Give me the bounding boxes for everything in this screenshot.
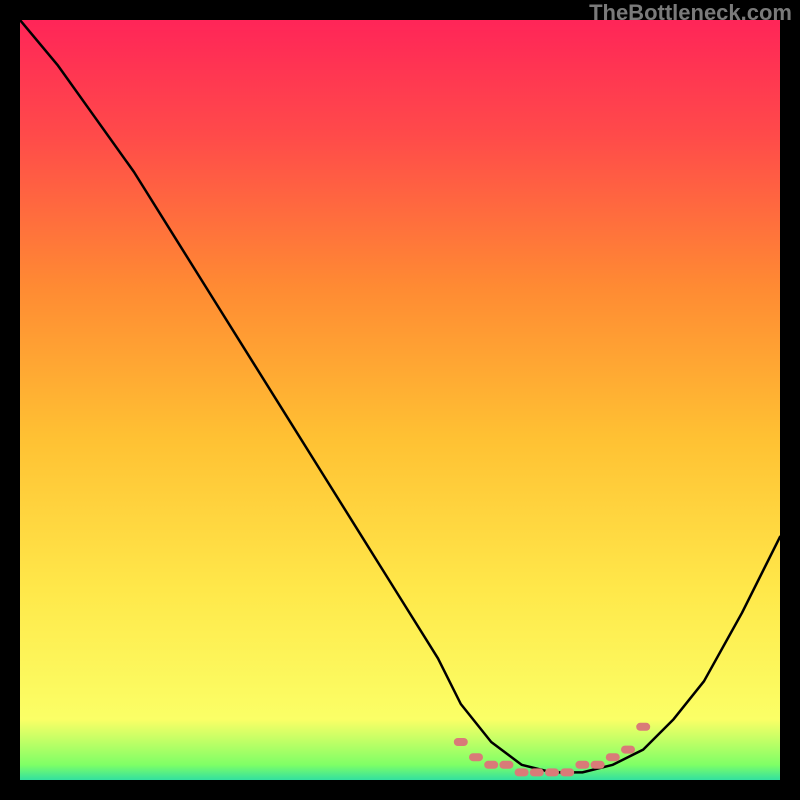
optimal-marker bbox=[606, 753, 620, 761]
chart-background-gradient bbox=[20, 20, 780, 780]
watermark-text: TheBottleneck.com bbox=[589, 0, 792, 26]
chart-container: TheBottleneck.com bbox=[0, 0, 800, 800]
optimal-marker bbox=[515, 768, 529, 776]
optimal-marker bbox=[469, 753, 483, 761]
optimal-marker bbox=[454, 738, 468, 746]
optimal-marker bbox=[545, 768, 559, 776]
optimal-marker bbox=[560, 768, 574, 776]
optimal-marker bbox=[530, 768, 544, 776]
optimal-marker bbox=[575, 761, 589, 769]
optimal-marker bbox=[499, 761, 513, 769]
optimal-marker bbox=[591, 761, 605, 769]
optimal-marker bbox=[621, 746, 635, 754]
optimal-marker bbox=[484, 761, 498, 769]
chart-svg bbox=[20, 20, 780, 780]
optimal-marker bbox=[636, 723, 650, 731]
bottleneck-chart bbox=[20, 20, 780, 780]
